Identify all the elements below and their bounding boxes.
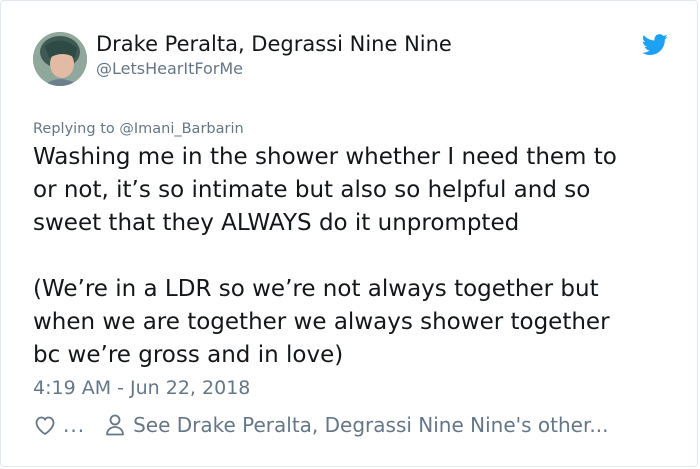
tweet-card: Drake Peralta, Degrassi Nine Nine @LetsH… (0, 0, 698, 467)
user-handle[interactable]: @LetsHearItForMe (96, 59, 243, 78)
see-other-tweets-link[interactable]: See Drake Peralta, Degrassi Nine Nine's … (133, 413, 608, 437)
replying-to: Replying to @Imani_Barbarin (33, 121, 244, 137)
tweet-line-break (33, 240, 673, 273)
twitter-bird-icon[interactable] (642, 34, 668, 56)
avatar[interactable] (33, 32, 87, 86)
tweet-actions: ... See Drake Peralta, Degrassi Nine Nin… (33, 413, 608, 437)
tweet-line: bc we’re gross and in love) (33, 342, 344, 368)
tweet-line: when we are together we always shower to… (33, 309, 610, 335)
person-icon[interactable] (105, 413, 125, 437)
tweet-line: or not, it’s so intimate but also so hel… (33, 177, 591, 203)
profile-photo (33, 32, 87, 86)
display-name[interactable]: Drake Peralta, Degrassi Nine Nine (96, 32, 452, 56)
like-count-more[interactable]: ... (63, 413, 85, 437)
tweet-timestamp[interactable]: 4:19 AM - Jun 22, 2018 (33, 377, 250, 399)
reply-mention-link[interactable]: @Imani_Barbarin (119, 121, 243, 137)
tweet-text: Washing me in the shower whether I need … (33, 141, 673, 372)
tweet-line: sweet that they ALWAYS do it unprompted (33, 210, 520, 236)
tweet-line: Washing me in the shower whether I need … (33, 144, 617, 170)
heart-icon[interactable] (33, 413, 57, 437)
replying-prefix: Replying to (33, 121, 115, 137)
tweet-line: (We’re in a LDR so we’re not always toge… (33, 276, 599, 302)
